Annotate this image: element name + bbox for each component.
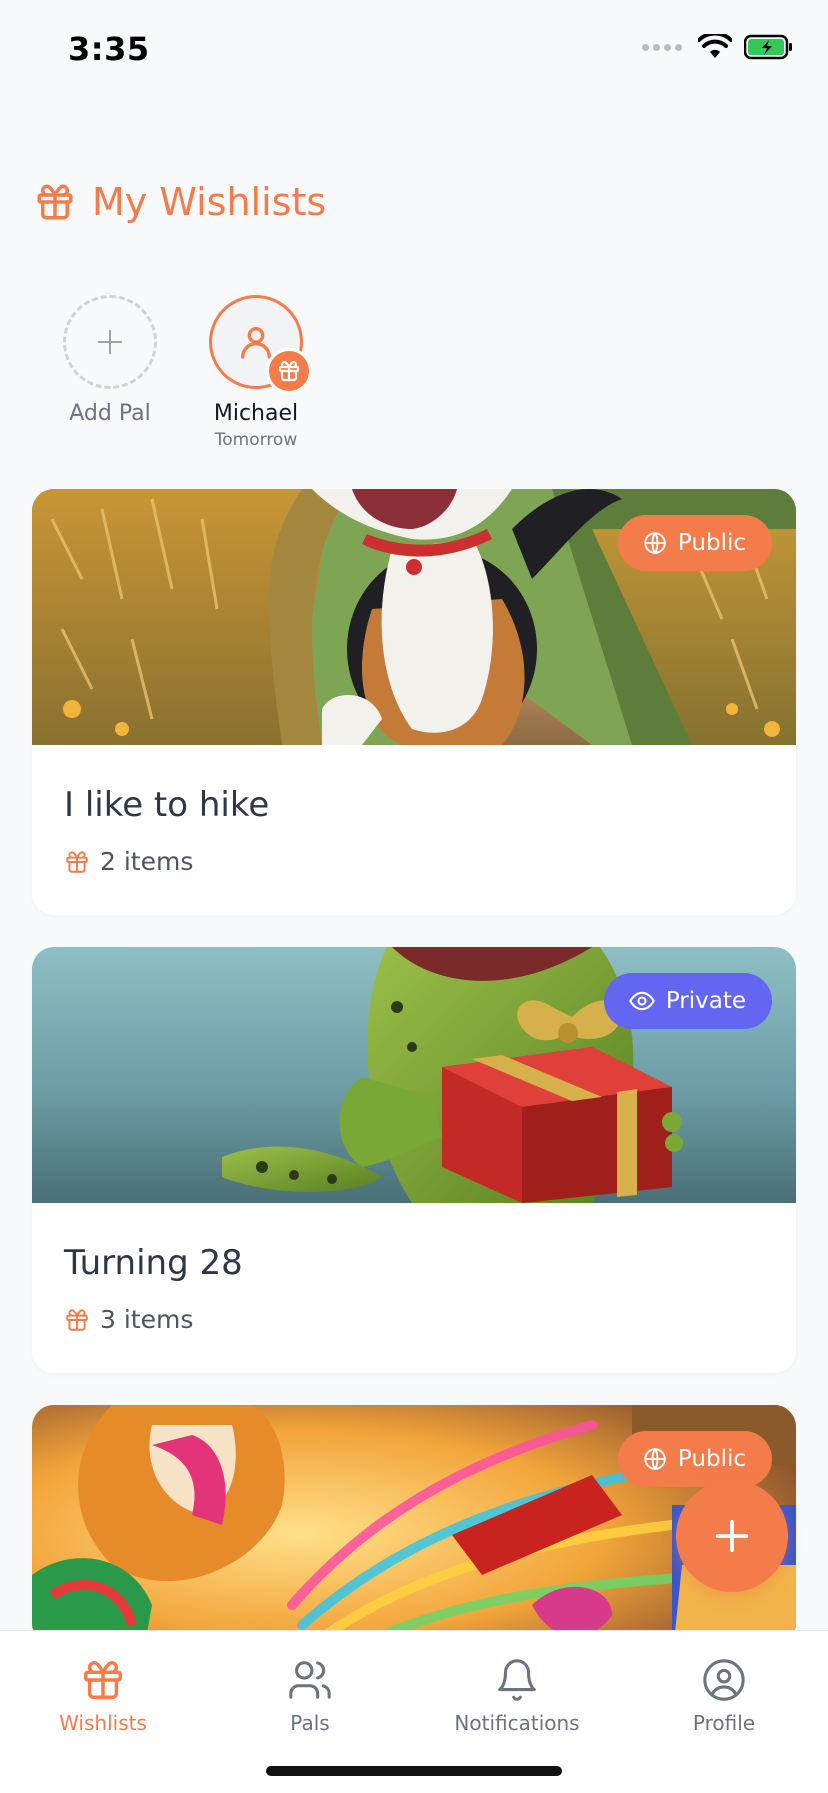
wishlist-card[interactable]: Public I like to hike 2 items	[32, 489, 796, 915]
page-title: My Wishlists	[92, 180, 327, 224]
visibility-label: Public	[677, 530, 746, 556]
gift-icon	[84, 1661, 122, 1699]
gift-icon	[278, 360, 300, 382]
plus-icon	[97, 329, 123, 355]
tab-label: Pals	[290, 1711, 330, 1735]
wifi-icon	[698, 34, 732, 58]
visibility-badge: Private	[603, 973, 772, 1029]
visibility-badge: Public	[617, 1431, 772, 1487]
pal-birthday: Tomorrow	[214, 430, 298, 450]
add-pal-button[interactable]: Add Pal	[58, 295, 162, 450]
gift-icon	[66, 850, 88, 873]
globe-icon	[644, 1447, 666, 1471]
status-bar: 3:35	[0, 0, 828, 100]
signal-icon	[642, 43, 682, 51]
gift-icon	[66, 1308, 88, 1331]
users-icon	[289, 1661, 331, 1699]
pals-row: Add Pal Michael Tomorrow	[58, 295, 312, 450]
pal-michael[interactable]: Michael Tomorrow	[204, 295, 312, 450]
visibility-badge: Public	[617, 515, 772, 571]
wishlist-title: I like to hike	[64, 785, 270, 825]
gift-icon	[37, 184, 73, 220]
pal-name: Add Pal	[69, 401, 151, 426]
visibility-label: Public	[677, 1446, 746, 1472]
add-wishlist-button[interactable]	[676, 1480, 788, 1592]
wishlist-card[interactable]: Private Turning 28 3 items	[32, 947, 796, 1373]
eye-icon	[628, 991, 655, 1011]
user-circle-icon	[703, 1659, 745, 1701]
battery-icon	[744, 34, 792, 60]
add-pal-circle[interactable]	[63, 295, 157, 389]
card-body: I like to hike 2 items	[32, 745, 796, 876]
birthday-badge	[266, 348, 312, 394]
visibility-label: Private	[665, 988, 746, 1014]
wishlist-item-count: 3 items	[64, 1305, 764, 1334]
status-icons	[642, 34, 794, 60]
card-body: Turning 28 3 items	[32, 1203, 796, 1334]
wishlist-item-count: 2 items	[64, 847, 764, 876]
tab-label: Profile	[692, 1711, 756, 1735]
bell-icon	[498, 1659, 536, 1701]
tab-pals[interactable]: Pals	[210, 1657, 410, 1735]
page-header: My Wishlists	[34, 180, 326, 224]
tab-notifications[interactable]: Notifications	[417, 1657, 617, 1735]
plus-icon	[715, 1519, 749, 1553]
item-count-label: 2 items	[100, 847, 194, 876]
item-count-label: 3 items	[100, 1305, 194, 1334]
tab-wishlists[interactable]: Wishlists	[3, 1657, 203, 1735]
wishlist-cover-image: Public	[32, 489, 796, 745]
status-time: 3:35	[68, 30, 150, 68]
globe-icon	[644, 531, 666, 555]
tab-profile[interactable]: Profile	[624, 1657, 824, 1735]
wishlist-title: Turning 28	[64, 1243, 243, 1283]
avatar[interactable]	[209, 295, 312, 394]
wishlist-cover-image: Private	[32, 947, 796, 1203]
home-indicator	[266, 1766, 562, 1776]
tab-label: Notifications	[454, 1711, 580, 1735]
pal-name: Michael	[213, 401, 299, 426]
tab-label: Wishlists	[59, 1711, 147, 1735]
